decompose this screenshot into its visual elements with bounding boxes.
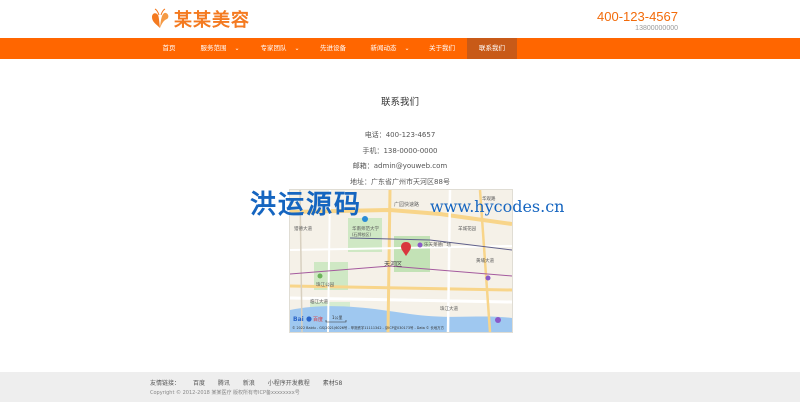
nav-item-experts[interactable]: 专家团队 ⌄: [250, 38, 310, 59]
friend-links-label: 友情链接：: [150, 380, 181, 387]
site-header: 某某美容 400-123-4567 13800000000: [0, 0, 800, 38]
site-name: 某某美容: [174, 10, 250, 31]
map-label: 珠江公园: [316, 281, 334, 288]
site-logo[interactable]: 某某美容: [150, 6, 250, 32]
nav-item-home[interactable]: 首页: [150, 38, 188, 59]
footer-link-sina[interactable]: 新浪: [243, 380, 255, 387]
nav-item-news[interactable]: 新闻动态 ⌄: [360, 38, 420, 59]
poi-icon: [417, 242, 423, 248]
nav-item-contact[interactable]: 联系我们: [467, 38, 517, 59]
contact-email: 邮箱：admin@youweb.com: [352, 162, 448, 170]
nav-label: 首页: [162, 44, 176, 52]
map-label: 临江大道: [310, 298, 328, 305]
friend-links: 友情链接： 百度 腾讯 新浪 小程序开发教程 素材58: [150, 378, 353, 387]
nav-label: 关于我们: [429, 44, 455, 52]
footer-copyright: Copyright © 2012-2018 某某医疗 版权所有粤ICP备xxxx…: [150, 390, 300, 396]
map-label: 猎德大道: [294, 225, 312, 232]
watermark-url: www.hycodes.cn: [430, 197, 565, 216]
map-label: 乐天莱德广场: [424, 241, 451, 248]
poi-icon: [362, 216, 368, 222]
nav-label: 联系我们: [479, 44, 505, 52]
footer-link-baidu[interactable]: 百度: [193, 380, 205, 387]
poi-icon: [485, 275, 491, 281]
poi-icon: [495, 317, 501, 323]
map-label: 华南师范大学: [352, 225, 379, 232]
butterfly-logo-icon: [150, 8, 170, 30]
contact-address: 地址：广东省广州市天河区88号: [350, 178, 450, 186]
baidu-paw-icon: [306, 316, 312, 322]
map-scale-label: 1公里: [332, 314, 343, 320]
contact-phone-block: 400-123-4567 13800000000: [597, 9, 678, 32]
footer-link-miniprogram[interactable]: 小程序开发教程: [268, 380, 310, 387]
poi-icon: [317, 273, 323, 279]
nav-label: 新闻动态: [370, 44, 397, 52]
nav-item-services[interactable]: 服务范围 ⌄: [190, 38, 250, 59]
site-footer: 友情链接： 百度 腾讯 新浪 小程序开发教程 素材58 Copyright © …: [0, 372, 800, 402]
contact-phone: 电话：400-123-4657: [364, 131, 436, 139]
baidu-logo: Bai: [293, 316, 304, 323]
nav-label: 专家团队: [260, 44, 287, 52]
footer-link-tencent[interactable]: 腾讯: [218, 380, 230, 387]
watermark-text: 洪运源码: [250, 190, 363, 220]
map-label: (石牌校区): [352, 231, 372, 237]
nav-label: 先进设备: [320, 44, 346, 52]
footer-link-sucai[interactable]: 素材58: [323, 380, 343, 387]
map-label: 珠江大道: [440, 305, 458, 312]
map-label: 广园快速路: [394, 201, 419, 208]
nav-label: 服务范围: [200, 44, 227, 52]
chevron-down-icon: ⌄: [294, 45, 300, 52]
mobile-number: 13800000000: [635, 25, 678, 32]
map-label: 天河区: [384, 260, 402, 268]
map-label: 黄埔大道: [476, 257, 494, 264]
contact-mobile: 手机：138-0000-0000: [362, 147, 438, 155]
map-copyright: © 2022 Baidu - GS(2021)6026号 - 甲测资字11111…: [292, 325, 445, 330]
chevron-down-icon: ⌄: [404, 45, 410, 52]
baidu-logo-cn: 百度: [313, 316, 323, 323]
main-nav: 首页 服务范围 ⌄ 专家团队 ⌄ 先进设备 新闻动态 ⌄ 关于我们 联系我们: [0, 38, 800, 59]
map-label: 羊城花园: [458, 225, 476, 232]
hotline-number: 400-123-4567: [597, 9, 678, 24]
page-title: 联系我们: [380, 97, 419, 108]
nav-item-equipment[interactable]: 先进设备: [312, 38, 354, 59]
chevron-down-icon: ⌄: [234, 45, 240, 52]
nav-item-about[interactable]: 关于我们: [420, 38, 464, 59]
